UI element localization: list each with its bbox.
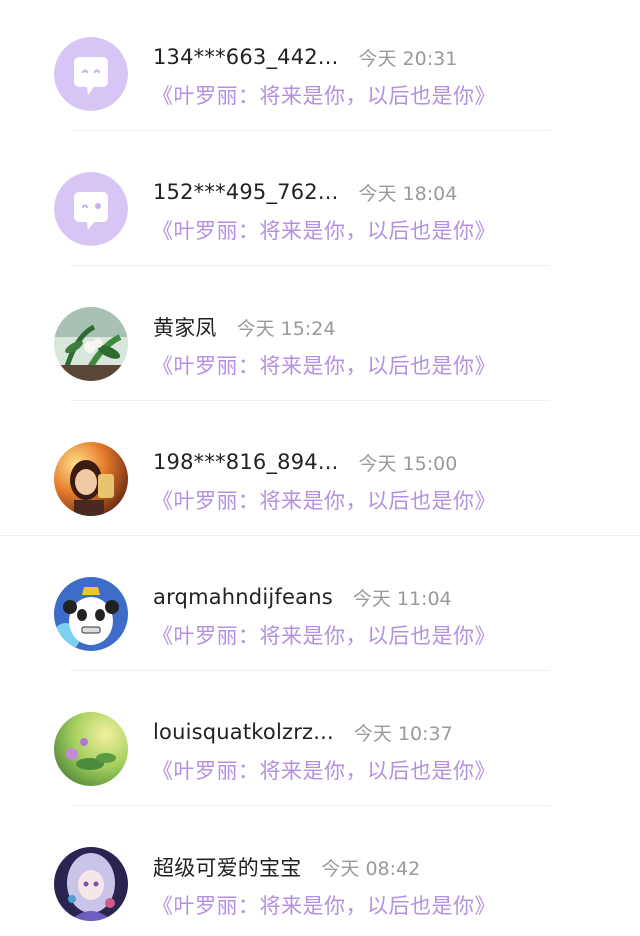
comment-text[interactable]: 《叶罗丽：将来是你，以后也是你》 bbox=[152, 755, 496, 785]
comment-list: 134***663_442... 今天 20:31 《叶罗丽：将来是你，以后也是… bbox=[0, 0, 640, 936]
default-avatar-icon[interactable] bbox=[54, 172, 128, 246]
selfie-photo-avatar[interactable] bbox=[54, 442, 128, 516]
anime-girl-avatar[interactable] bbox=[54, 847, 128, 921]
comment-item[interactable]: 152***495_762... 今天 18:04 《叶罗丽：将来是你，以后也是… bbox=[0, 135, 640, 270]
divider bbox=[70, 400, 550, 401]
username[interactable]: 134***663_442... bbox=[153, 45, 338, 69]
comment-item[interactable]: 198***816_894... 今天 15:00 《叶罗丽：将来是你，以后也是… bbox=[0, 405, 640, 540]
comment-item[interactable]: 134***663_442... 今天 20:31 《叶罗丽：将来是你，以后也是… bbox=[0, 0, 640, 135]
plant-photo-avatar[interactable] bbox=[54, 307, 128, 381]
comment-text[interactable]: 《叶罗丽：将来是你，以后也是你》 bbox=[152, 620, 496, 650]
comment-text[interactable]: 《叶罗丽：将来是你，以后也是你》 bbox=[152, 890, 496, 920]
username[interactable]: 198***816_894... bbox=[153, 450, 338, 474]
username[interactable]: 黄家凤 bbox=[153, 312, 217, 342]
username[interactable]: arqmahndijfeans bbox=[153, 585, 333, 609]
timestamp: 今天 15:00 bbox=[358, 452, 458, 475]
username[interactable]: 超级可爱的宝宝 bbox=[153, 852, 301, 882]
timestamp: 今天 20:31 bbox=[358, 47, 458, 70]
panda-cartoon-avatar[interactable] bbox=[54, 577, 128, 651]
timestamp: 今天 18:04 bbox=[358, 182, 458, 205]
comment-text[interactable]: 《叶罗丽：将来是你，以后也是你》 bbox=[152, 80, 496, 110]
comment-text[interactable]: 《叶罗丽：将来是你，以后也是你》 bbox=[152, 215, 496, 245]
comment-item[interactable]: arqmahndijfeans 今天 11:04 《叶罗丽：将来是你，以后也是你… bbox=[0, 540, 640, 675]
comment-item[interactable]: 黄家凤 今天 15:24 《叶罗丽：将来是你，以后也是你》 bbox=[0, 270, 640, 405]
comment-text[interactable]: 《叶罗丽：将来是你，以后也是你》 bbox=[152, 350, 496, 380]
timestamp: 今天 08:42 bbox=[321, 857, 421, 880]
comment-text[interactable]: 《叶罗丽：将来是你，以后也是你》 bbox=[152, 485, 496, 515]
timestamp: 今天 11:04 bbox=[352, 587, 452, 610]
divider bbox=[0, 535, 640, 536]
divider bbox=[70, 265, 550, 266]
comment-item[interactable]: 超级可爱的宝宝 今天 08:42 《叶罗丽：将来是你，以后也是你》 bbox=[0, 810, 640, 936]
username[interactable]: louisquatkolzrz... bbox=[153, 720, 334, 744]
username[interactable]: 152***495_762... bbox=[153, 180, 338, 204]
comment-item[interactable]: louisquatkolzrz... 今天 10:37 《叶罗丽：将来是你，以后… bbox=[0, 675, 640, 810]
default-avatar-icon[interactable] bbox=[54, 37, 128, 111]
timestamp: 今天 15:24 bbox=[236, 317, 336, 340]
flower-photo-avatar[interactable] bbox=[54, 712, 128, 786]
timestamp: 今天 10:37 bbox=[353, 722, 453, 745]
divider bbox=[70, 130, 550, 131]
divider bbox=[70, 805, 550, 806]
divider bbox=[70, 670, 550, 671]
